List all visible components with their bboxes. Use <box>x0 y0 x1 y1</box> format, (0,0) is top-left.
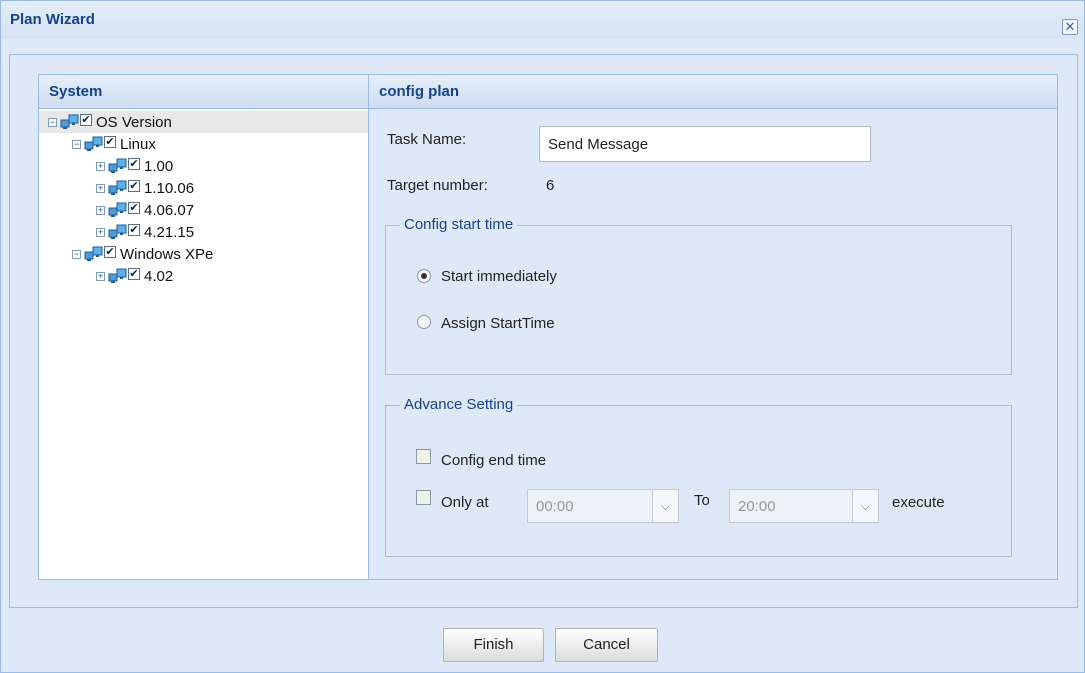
assign-starttime-radio[interactable] <box>417 315 431 329</box>
tree-node-checkbox[interactable]: ✔ <box>128 268 140 280</box>
from-time-combo[interactable]: 00:00 ⌵ <box>527 489 679 523</box>
tree-node-checkbox[interactable]: ✔ <box>128 224 140 236</box>
finish-button[interactable]: Finish <box>443 628 544 662</box>
tree-node-label[interactable]: Windows XPe <box>120 246 213 263</box>
computer-network-icon <box>108 224 128 240</box>
config-start-time-legend: Config start time <box>400 216 518 233</box>
start-immediately-radio[interactable] <box>417 269 431 283</box>
tree-node-label[interactable]: OS Version <box>96 114 172 131</box>
only-at-checkbox[interactable] <box>416 490 431 505</box>
tree-node-checkbox[interactable]: ✔ <box>80 114 92 126</box>
chevron-down-icon[interactable]: ⌵ <box>852 490 878 522</box>
collapse-icon[interactable]: − <box>72 250 81 259</box>
task-name-input[interactable] <box>539 126 871 162</box>
assign-starttime-label[interactable]: Assign StartTime <box>441 315 555 332</box>
tree-node-label[interactable]: Linux <box>120 136 156 153</box>
expand-icon[interactable]: + <box>96 272 105 281</box>
tree-node[interactable]: + ✔ 4.06.07 <box>39 199 368 221</box>
tree-node-checkbox[interactable]: ✔ <box>128 180 140 192</box>
cancel-button[interactable]: Cancel <box>555 628 658 662</box>
chevron-down-icon[interactable]: ⌵ <box>652 490 678 522</box>
tree-node-label[interactable]: 4.21.15 <box>144 224 194 241</box>
tree-node[interactable]: − ✔ Windows XPe <box>39 243 368 265</box>
collapse-icon[interactable]: − <box>72 140 81 149</box>
config-end-time-label[interactable]: Config end time <box>441 452 546 469</box>
to-time-combo[interactable]: 20:00 ⌵ <box>729 489 879 523</box>
expand-icon[interactable]: + <box>96 206 105 215</box>
tree-node-checkbox[interactable]: ✔ <box>104 136 116 148</box>
close-icon[interactable]: ✕ <box>1062 19 1078 35</box>
computer-network-icon <box>84 246 104 262</box>
advance-setting-legend: Advance Setting <box>400 396 518 413</box>
from-time-value: 00:00 <box>536 498 574 515</box>
os-version-tree: − ✔ OS Version − ✔ Linux + ✔ 1.00 + ✔ 1.10.06 + ✔ 4.06… <box>39 109 368 287</box>
config-start-time-group: Config start time <box>385 216 1012 375</box>
expand-icon[interactable]: + <box>96 162 105 171</box>
tree-node-label[interactable]: 1.00 <box>144 158 173 175</box>
task-name-label: Task Name: <box>387 131 467 148</box>
target-number-value: 6 <box>546 177 555 194</box>
computer-network-icon <box>84 136 104 152</box>
system-panel-header: System <box>39 75 368 109</box>
computer-network-icon <box>108 202 128 218</box>
computer-network-icon <box>108 158 128 174</box>
tree-node-label[interactable]: 1.10.06 <box>144 180 194 197</box>
advance-setting-group: Advance Setting <box>385 396 1012 557</box>
collapse-icon[interactable]: − <box>48 118 57 127</box>
title-bar[interactable]: Plan Wizard ✕ <box>1 1 1084 39</box>
tree-node[interactable]: + ✔ 4.02 <box>39 265 368 287</box>
tree-node[interactable]: − ✔ Linux <box>39 133 368 155</box>
expand-icon[interactable]: + <box>96 184 105 193</box>
config-end-time-checkbox[interactable] <box>416 449 431 464</box>
tree-node[interactable]: + ✔ 1.00 <box>39 155 368 177</box>
only-at-label[interactable]: Only at <box>441 494 489 511</box>
plan-wizard-window: Plan Wizard ✕ System − ✔ OS Version − ✔ Linux… <box>0 0 1085 673</box>
computer-network-icon <box>108 180 128 196</box>
target-number-label: Target number: <box>387 177 488 194</box>
tree-node-checkbox[interactable]: ✔ <box>104 246 116 258</box>
tree-node[interactable]: − ✔ OS Version <box>39 111 368 133</box>
system-tree-panel: System − ✔ OS Version − ✔ Linux + ✔ 1.00 + ✔ 1.10.0… <box>38 74 369 580</box>
computer-network-icon <box>108 268 128 284</box>
tree-node-label[interactable]: 4.06.07 <box>144 202 194 219</box>
window-title: Plan Wizard <box>10 11 95 28</box>
computer-network-icon <box>60 114 80 130</box>
tree-node-label[interactable]: 4.02 <box>144 268 173 285</box>
execute-label: execute <box>892 494 945 511</box>
to-time-value: 20:00 <box>738 498 776 515</box>
config-plan-header: config plan <box>369 75 1057 109</box>
start-immediately-label[interactable]: Start immediately <box>441 268 557 285</box>
tree-node-checkbox[interactable]: ✔ <box>128 202 140 214</box>
to-label: To <box>694 492 710 509</box>
tree-node-checkbox[interactable]: ✔ <box>128 158 140 170</box>
expand-icon[interactable]: + <box>96 228 105 237</box>
tree-node[interactable]: + ✔ 1.10.06 <box>39 177 368 199</box>
tree-node[interactable]: + ✔ 4.21.15 <box>39 221 368 243</box>
